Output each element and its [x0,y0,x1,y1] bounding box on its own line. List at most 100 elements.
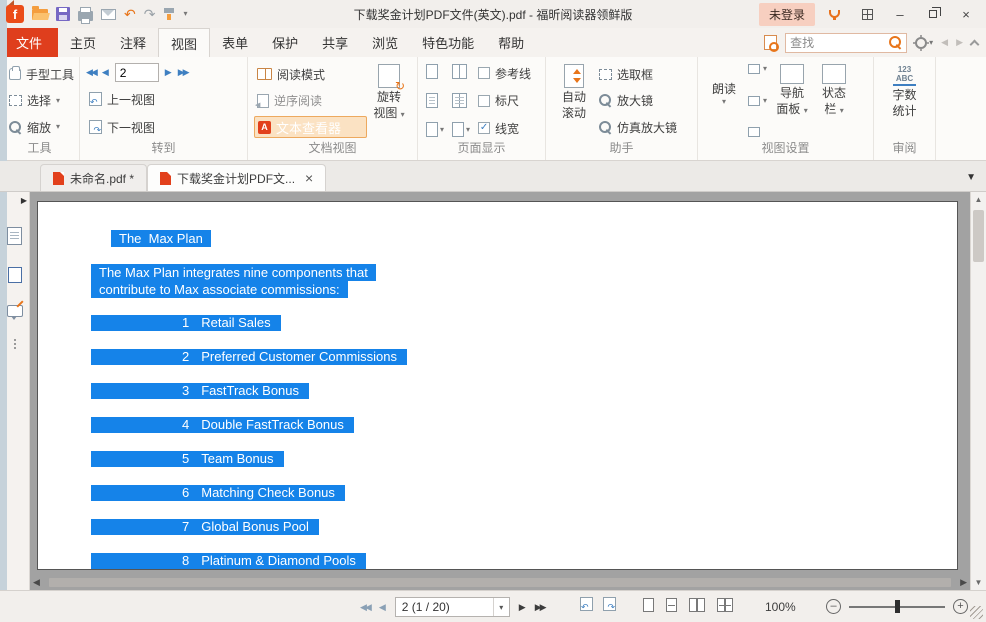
email-icon[interactable] [101,9,116,20]
status-bar-toggle-button[interactable]: 状态 栏 ▾ [813,61,855,140]
pages-panel-icon[interactable] [8,267,22,283]
reverse-reading-button[interactable]: 逆序阅读 [254,90,367,112]
first-page-button[interactable]: ◀◀ [360,603,370,612]
comments-panel-icon[interactable] [7,305,23,317]
search-icon[interactable] [889,36,902,49]
hand-tool-button[interactable]: 手型工具 [6,63,77,85]
read-aloud-button[interactable]: 朗读 ▾ [704,61,744,140]
vertical-scroll-thumb[interactable] [973,210,984,262]
expand-panel-icon[interactable]: ▶ [21,196,27,205]
tab-browse[interactable]: 浏览 [360,28,410,57]
vertical-scrollbar[interactable]: ▲ ▼ [970,192,986,590]
page-rotate-button[interactable]: ▾ [452,122,470,137]
settings-gear-button[interactable]: ▾ [915,37,933,49]
auto-scroll-button[interactable]: 自动 滚动 [552,61,596,140]
line-weights-checkbox[interactable]: ✓ 线宽 [478,118,531,138]
page-color-button[interactable]: ▾ [748,64,767,74]
continuous-facing-button[interactable] [452,93,470,108]
navigation-panels-button[interactable]: 导航 面板 ▾ [771,61,813,140]
horizontal-scroll-track[interactable] [43,577,957,588]
continuous-facing-icon[interactable] [717,598,733,612]
ribbon-back-button[interactable]: ◀ [941,37,948,48]
word-count-button[interactable]: 123 ABC 字数 统计 [883,61,927,140]
caret-down-icon[interactable]: ▾ [493,598,509,616]
doc-tab-untitled[interactable]: 未命名.pdf * [40,164,147,191]
tab-home[interactable]: 主页 [58,28,108,57]
previous-view-button[interactable]: 上一视图 [86,88,188,110]
close-tab-button[interactable]: × [305,171,313,185]
guides-checkbox[interactable]: 参考线 [478,63,531,83]
tab-comment[interactable]: 注释 [108,28,158,57]
scroll-down-icon[interactable]: ▼ [971,575,986,590]
previous-page-button[interactable]: ◀ [102,68,109,77]
zoom-in-button[interactable]: + [953,599,968,614]
search-box[interactable] [785,33,907,53]
doc-tab-current[interactable]: 下载奖金计划PDF文... × [147,164,326,191]
scroll-right-icon[interactable]: ▶ [960,578,967,587]
zoom-slider-handle[interactable] [895,600,900,613]
tab-list-button[interactable]: ▼ [966,172,976,183]
horizontal-scrollbar[interactable]: ◀ ▶ [30,575,970,590]
resize-grip[interactable] [970,606,983,619]
undo-icon[interactable]: ↶ [124,7,136,21]
text-viewer-button[interactable]: 文本查看器 [254,116,367,138]
tab-help[interactable]: 帮助 [486,28,536,57]
redo-icon[interactable]: ↷ [144,7,156,21]
tab-share[interactable]: 共享 [310,28,360,57]
format-brush-icon[interactable] [163,8,175,20]
last-page-button[interactable]: ▶▶ [535,603,545,612]
layout-switch-button[interactable] [853,2,881,26]
marquee-button[interactable]: 选取框 [596,63,680,85]
login-button[interactable]: 未登录 [759,3,815,26]
open-file-icon[interactable] [32,9,48,20]
rewards-button[interactable] [820,2,848,26]
minimize-button[interactable]: – [886,2,914,26]
tab-protect[interactable]: 保护 [260,28,310,57]
close-button[interactable]: × [952,2,980,26]
tab-form[interactable]: 表单 [210,28,260,57]
save-icon[interactable] [56,7,70,21]
read-mode-button[interactable]: 阅读模式 [254,63,367,85]
search-document-icon[interactable] [764,35,777,50]
page-number-input[interactable] [115,63,159,82]
rulers-checkbox[interactable]: 标尺 [478,91,531,111]
background-button[interactable]: ▾ [748,96,767,106]
print-icon[interactable] [78,11,93,21]
next-view-icon[interactable] [603,597,616,611]
tab-view[interactable]: 视图 [158,28,210,57]
next-page-button[interactable]: ▶ [165,68,172,77]
previous-view-icon[interactable] [580,597,593,611]
maximize-button[interactable] [919,2,947,26]
horizontal-scroll-thumb[interactable] [49,578,951,587]
select-button[interactable]: 选择 ▾ [6,90,77,112]
scroll-left-icon[interactable]: ◀ [33,578,40,587]
single-page-button[interactable] [426,64,444,79]
zoom-out-button[interactable]: – [826,599,841,614]
zoom-slider[interactable] [849,599,945,614]
magnifier-button[interactable]: 放大镜 [596,90,680,112]
zoom-button[interactable]: 缩放 ▾ [6,116,77,138]
split-view-button[interactable]: ▾ [426,122,444,137]
facing-page-button[interactable] [452,64,470,79]
tab-file[interactable]: 文件 [0,28,58,57]
rotate-view-button[interactable]: ↻ 旋转 视图 ▾ [367,61,411,140]
collapse-ribbon-icon[interactable] [970,39,980,49]
scroll-up-icon[interactable]: ▲ [971,192,986,207]
last-page-button[interactable]: ▶▶ [178,68,188,77]
page-number-combobox[interactable]: 2 (1 / 20) ▾ [395,597,510,617]
loupe-button[interactable]: 仿真放大镜 [596,116,680,138]
pdf-page[interactable]: The Max Plan The Max Plan integrates nin… [37,201,958,570]
panel-grip-handle[interactable] [14,339,16,341]
single-page-icon[interactable] [643,598,654,612]
bookmarks-panel-icon[interactable] [7,227,22,245]
customize-toolbar-caret-icon[interactable]: ▾ [183,10,187,18]
facing-page-icon[interactable] [689,598,705,612]
theme-button[interactable] [748,127,767,137]
next-view-button[interactable]: 下一视图 [86,116,188,138]
continuous-page-icon[interactable] [666,598,677,612]
next-page-button[interactable]: ▶ [519,603,526,612]
search-input[interactable] [790,36,885,50]
ribbon-forward-button[interactable]: ▶ [956,37,963,48]
continuous-page-button[interactable] [426,93,444,108]
first-page-button[interactable]: ◀◀ [86,68,96,77]
